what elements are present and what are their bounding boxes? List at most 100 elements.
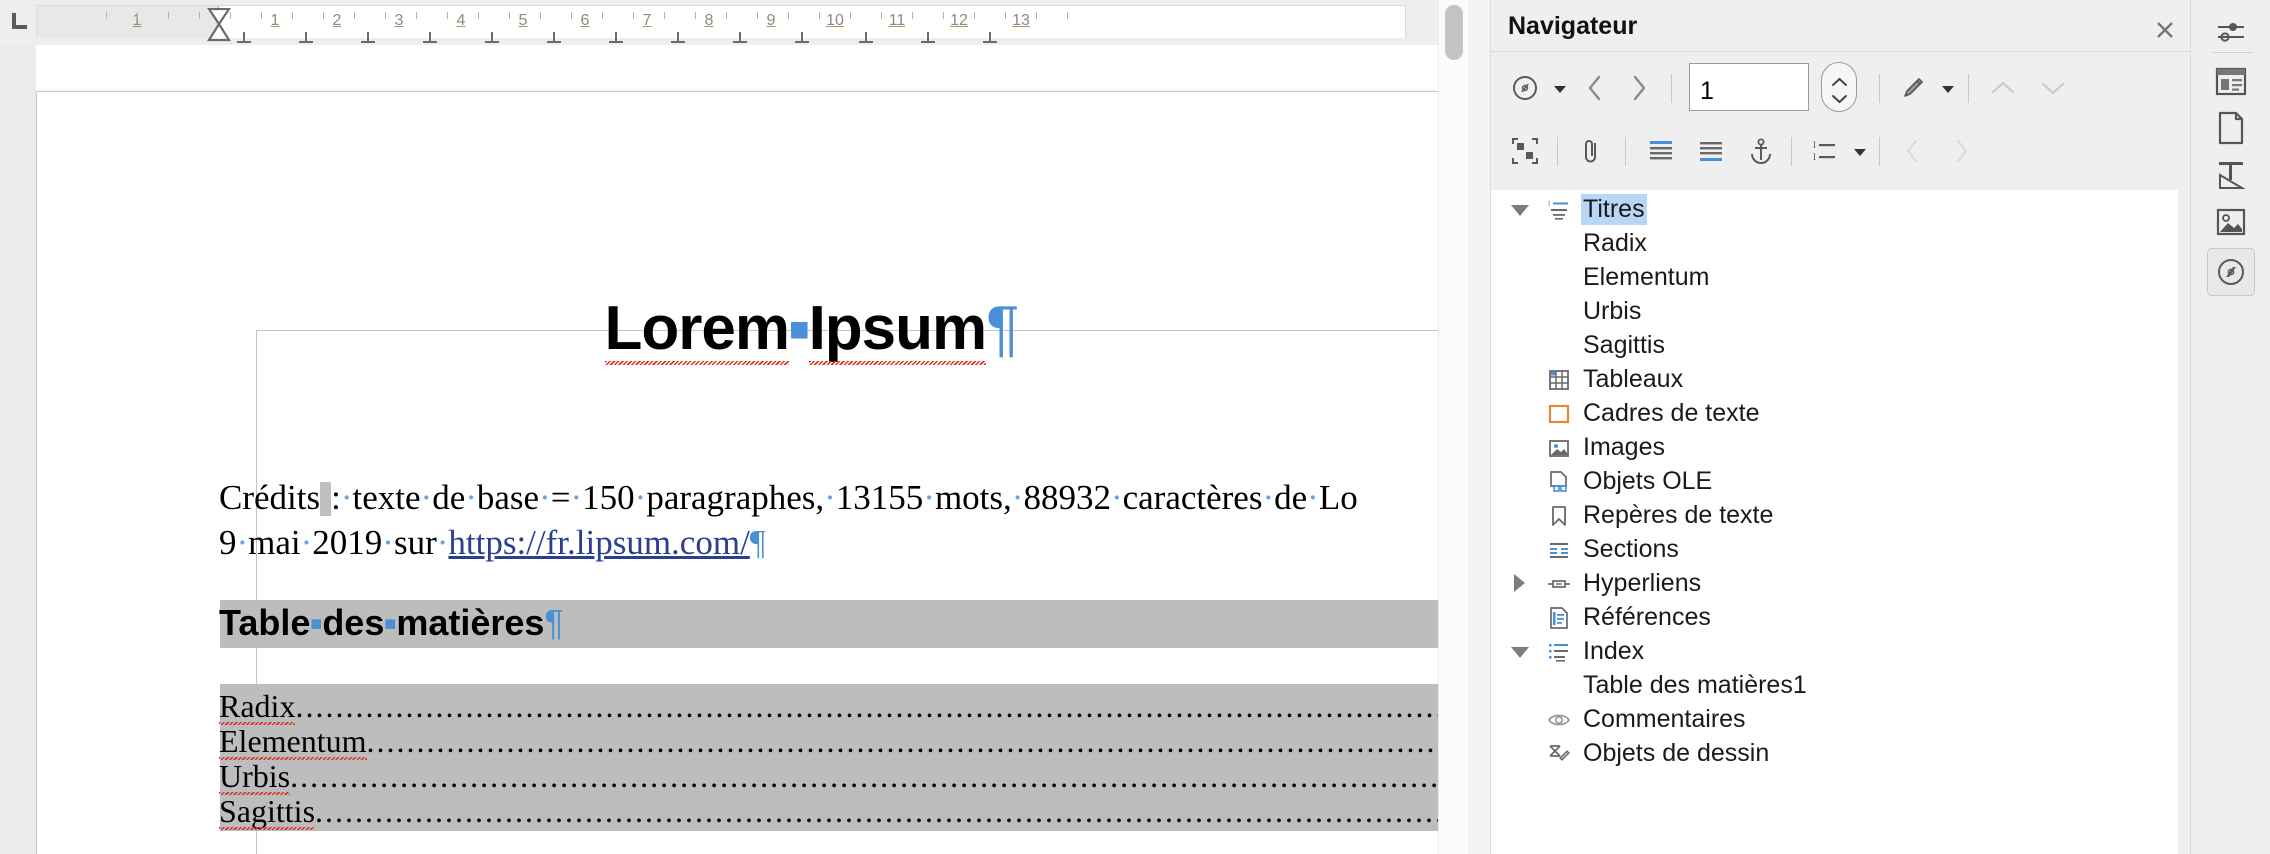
tab-stop-marker[interactable] <box>422 32 438 44</box>
footer-icon[interactable] <box>1689 129 1733 173</box>
vertical-scrollbar[interactable] <box>1438 0 1468 854</box>
anchor-icon[interactable] <box>1739 129 1783 173</box>
ruler-tick <box>912 12 913 19</box>
tree-item-images[interactable]: Images <box>1491 431 2178 465</box>
tree-item-sections[interactable]: Sections <box>1491 533 2178 567</box>
styles-icon[interactable] <box>2209 153 2253 197</box>
chevron-down-icon[interactable] <box>1831 91 1848 104</box>
toc-entry[interactable]: Radix...................................… <box>219 688 1438 725</box>
ruler-number: 9 <box>766 12 776 29</box>
tree-item-label: Index <box>1583 637 1645 665</box>
ruler-tick <box>819 12 820 19</box>
credits-paragraph[interactable]: Crédits:·texte·de·base·=·150·paragraphes… <box>219 475 1438 565</box>
tab-stop-marker[interactable] <box>732 32 748 44</box>
heading-levels-icon[interactable]: I I <box>1803 129 1847 173</box>
tab-stop-marker[interactable] <box>484 32 500 44</box>
tab-stop-marker[interactable] <box>920 32 936 44</box>
toc-heading-w1: Table <box>219 602 311 643</box>
ruler-tick <box>1005 12 1006 19</box>
toggle-master-view-icon[interactable] <box>1503 129 1547 173</box>
first-line-indent-marker[interactable] <box>207 8 231 42</box>
selected-nbsp <box>320 482 332 516</box>
vertical-scrollbar-thumb[interactable] <box>1445 5 1463 60</box>
chevron-down-icon[interactable] <box>1941 84 1955 94</box>
tree-item-r-f-rences[interactable]: Références <box>1491 601 2178 635</box>
tab-stop-marker[interactable] <box>546 32 562 44</box>
tab-stop-marker[interactable] <box>360 32 376 44</box>
tree-item-titres[interactable]: I Titres <box>1491 193 2178 227</box>
tree-item-tableaux[interactable]: Tableaux <box>1491 363 2178 397</box>
tree-item-hyperliens[interactable]: Hyperliens <box>1491 567 2178 601</box>
tab-stop-marker[interactable] <box>670 32 686 44</box>
ruler-tick <box>850 12 851 19</box>
close-icon[interactable] <box>2153 18 2177 42</box>
toolbar-separator <box>1791 137 1792 166</box>
page-number-input[interactable] <box>1689 63 1809 111</box>
text-frame-icon <box>1546 401 1572 427</box>
sidebar-tab-strip <box>2190 0 2270 854</box>
tree-item-objets-de-dessin[interactable]: Objets de dessin <box>1491 737 2178 771</box>
tab-stop-marker[interactable] <box>608 32 624 44</box>
document-title[interactable]: Lorem■Ipsum¶ <box>219 293 1404 364</box>
chevron-up-icon[interactable] <box>1831 74 1848 86</box>
navigator-icon[interactable] <box>2207 248 2255 296</box>
ruler-tick <box>943 12 944 19</box>
tree-item-index[interactable]: Index <box>1491 635 2178 669</box>
page-number-stepper[interactable] <box>1821 62 1857 112</box>
page-icon[interactable] <box>2209 106 2253 150</box>
ruler-tab-selector-icon[interactable] <box>9 11 31 33</box>
toc-entry-label: Sagittis <box>219 793 316 829</box>
tree-item-elementum[interactable]: Elementum <box>1491 261 2178 295</box>
pilcrow-icon: ¶ <box>749 523 766 562</box>
credits-line-2: 9·mai·2019·sur·https://fr.lipsum.com/¶ <box>219 520 1438 565</box>
tab-stop-marker[interactable] <box>858 32 874 44</box>
tree-item-label: Hyperliens <box>1583 569 1702 597</box>
chevron-down-icon[interactable] <box>1509 641 1531 663</box>
toc-entry[interactable]: Urbis...................................… <box>219 758 1438 795</box>
tree-item-radix[interactable]: Radix <box>1491 227 2178 261</box>
credits-hyperlink[interactable]: https://fr.lipsum.com/ <box>448 523 749 562</box>
edit-pencil-icon[interactable] <box>1891 66 1935 110</box>
tab-stop-marker[interactable] <box>298 32 314 44</box>
demote-chapter-icon <box>2031 66 2075 110</box>
tree-item-cadres-de-texte[interactable]: Cadres de texte <box>1491 397 2178 431</box>
next-icon[interactable] <box>1617 66 1661 110</box>
document-canvas[interactable]: Lorem■Ipsum¶ Crédits:·texte·de·base·=·15… <box>0 45 1438 854</box>
properties-icon[interactable] <box>2209 60 2253 104</box>
credits-text-a: Crédits <box>219 478 321 517</box>
navigation-icon[interactable] <box>1503 66 1547 110</box>
tab-stop-marker[interactable] <box>236 32 252 44</box>
horizontal-ruler[interactable]: 1 1 2 3 4 5 6 7 8 9 10 11 12 13 <box>0 0 1438 45</box>
gallery-icon[interactable] <box>2209 200 2253 244</box>
sidebar-splitter[interactable] <box>1468 0 1490 854</box>
tab-stop-marker[interactable] <box>982 32 998 44</box>
chevron-down-icon[interactable] <box>1853 147 1867 157</box>
toc-entry[interactable]: Sagittis................................… <box>219 793 1438 830</box>
demote-level-icon <box>1939 129 1983 173</box>
sidebar-settings-icon[interactable] <box>2209 10 2253 54</box>
navigator-content-tree[interactable]: I Titres Radix Elementum Urbis Sagittis Tablea… <box>1491 190 2178 854</box>
tree-item-rep-res-de-texte[interactable]: Repères de texte <box>1491 499 2178 533</box>
navigator-title-bar: Navigateur <box>1491 0 2191 52</box>
previous-icon[interactable] <box>1573 66 1617 110</box>
toc-heading-w3: matières <box>396 602 545 643</box>
tab-stop-marker[interactable] <box>794 32 810 44</box>
chevron-right-icon[interactable] <box>1509 573 1531 595</box>
tree-item-table-des-mati-res1[interactable]: Table des matières1 <box>1491 669 2178 703</box>
tree-item-urbis[interactable]: Urbis <box>1491 295 2178 329</box>
chevron-down-icon[interactable] <box>1553 84 1567 94</box>
chevron-down-icon[interactable] <box>1509 199 1531 221</box>
ruler-track[interactable]: 1 1 2 3 4 5 6 7 8 9 10 11 12 13 <box>36 5 1406 43</box>
ruler-tick <box>137 12 138 19</box>
ruler-tick <box>1036 12 1037 19</box>
toc-entry[interactable]: Elementum...............................… <box>219 723 1438 760</box>
tree-item-objets-ole[interactable]: Objets OLE <box>1491 465 2178 499</box>
tree-item-sagittis[interactable]: Sagittis <box>1491 329 2178 363</box>
ruler-number: 12 <box>950 12 968 29</box>
ruler-tick <box>106 12 107 19</box>
tree-item-commentaires[interactable]: Commentaires <box>1491 703 2178 737</box>
toc-heading[interactable]: Table■des■matières¶ <box>219 602 564 644</box>
attach-icon[interactable] <box>1569 129 1613 173</box>
ruler-tick <box>633 12 634 19</box>
header-icon[interactable] <box>1639 129 1683 173</box>
